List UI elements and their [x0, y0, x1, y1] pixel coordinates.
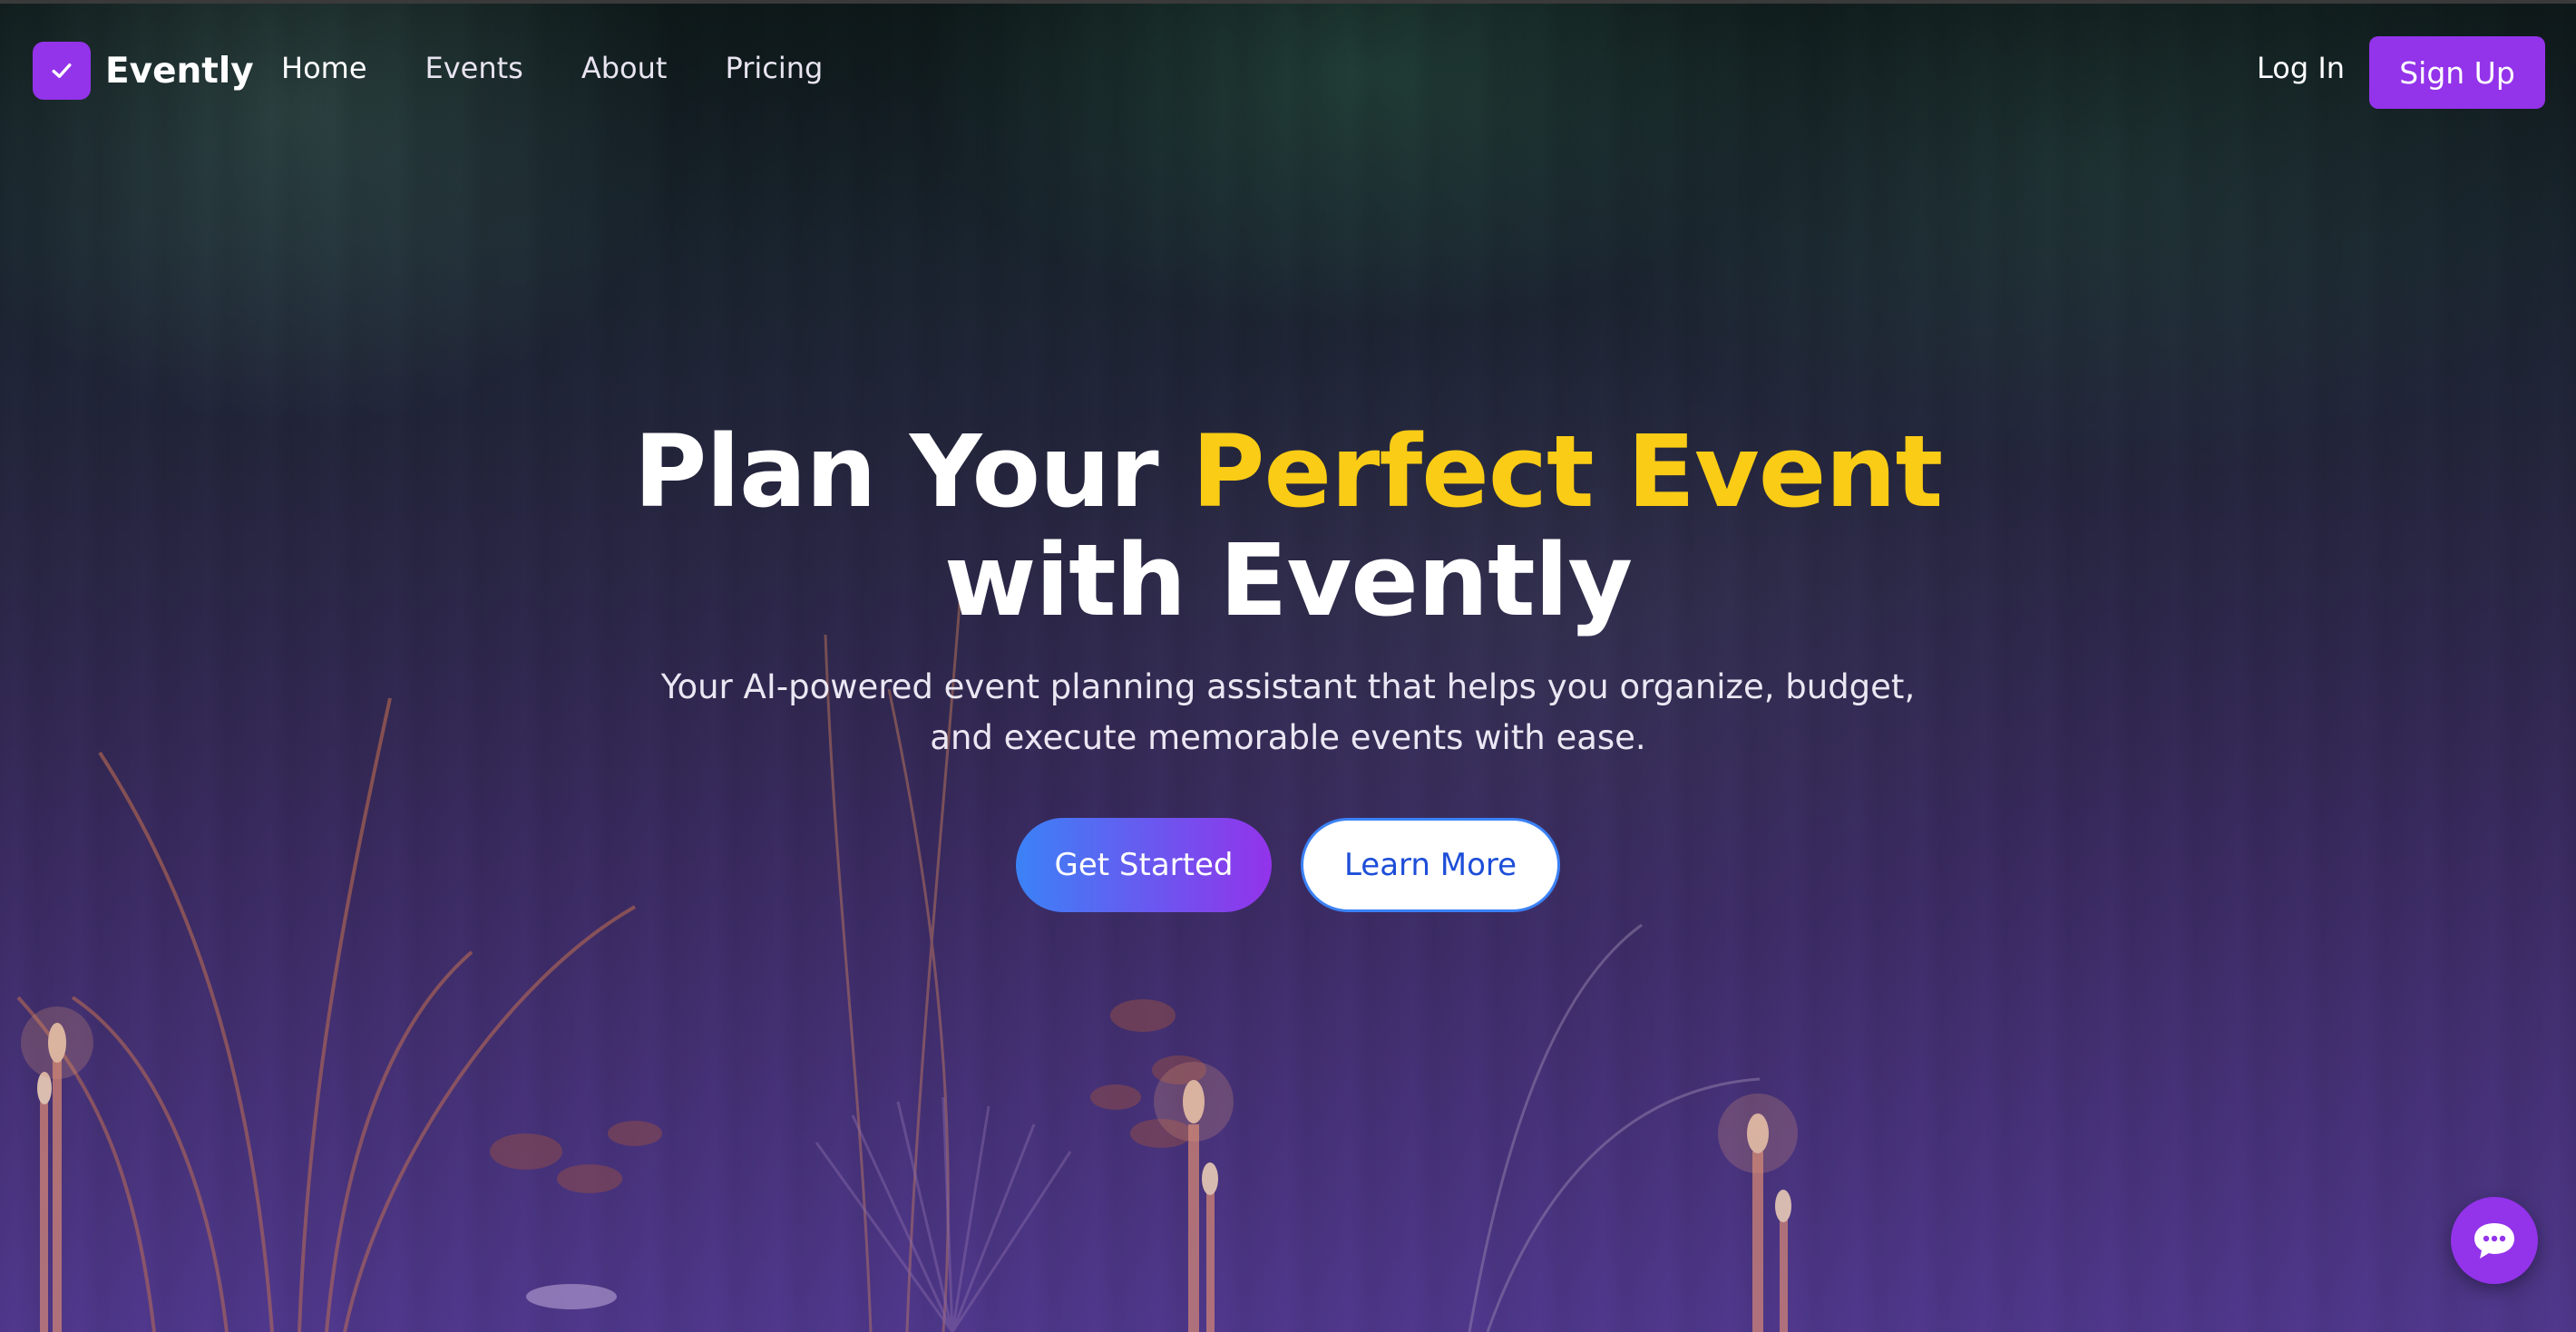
nav-item-events[interactable]: Events: [425, 51, 523, 85]
brand[interactable]: Evently: [33, 42, 254, 100]
hero-actions: Get Started Learn More: [0, 818, 2576, 912]
top-navigation-bar: Evently Home Events About Pricing Log In…: [0, 0, 2576, 138]
hero-title-part2: with Evently: [943, 522, 1633, 638]
main-nav: Home Events About Pricing: [281, 51, 823, 85]
learn-more-button[interactable]: Learn More: [1301, 818, 1560, 912]
chat-bubble-icon: [2474, 1223, 2514, 1259]
login-link[interactable]: Log In: [2257, 51, 2345, 85]
hero-title: Plan Your Perfect Event with Evently: [0, 417, 2576, 635]
nav-item-home[interactable]: Home: [281, 51, 367, 85]
chat-button[interactable]: [2451, 1197, 2538, 1284]
hero-section: Plan Your Perfect Event with Evently You…: [0, 417, 2576, 912]
nav-item-pricing[interactable]: Pricing: [725, 51, 823, 85]
check-icon: [33, 42, 91, 100]
brand-name: Evently: [105, 50, 254, 92]
signup-button[interactable]: Sign Up: [2369, 36, 2545, 109]
hero-title-highlight: Perfect Event: [1191, 413, 1943, 530]
landing-page: Evently Home Events About Pricing Log In…: [0, 0, 2576, 1332]
hero-title-part1: Plan Your: [633, 413, 1192, 530]
hero-subtitle: Your AI-powered event planning assistant…: [660, 667, 1916, 757]
get-started-button[interactable]: Get Started: [1016, 818, 1272, 912]
nav-item-about[interactable]: About: [581, 51, 668, 85]
